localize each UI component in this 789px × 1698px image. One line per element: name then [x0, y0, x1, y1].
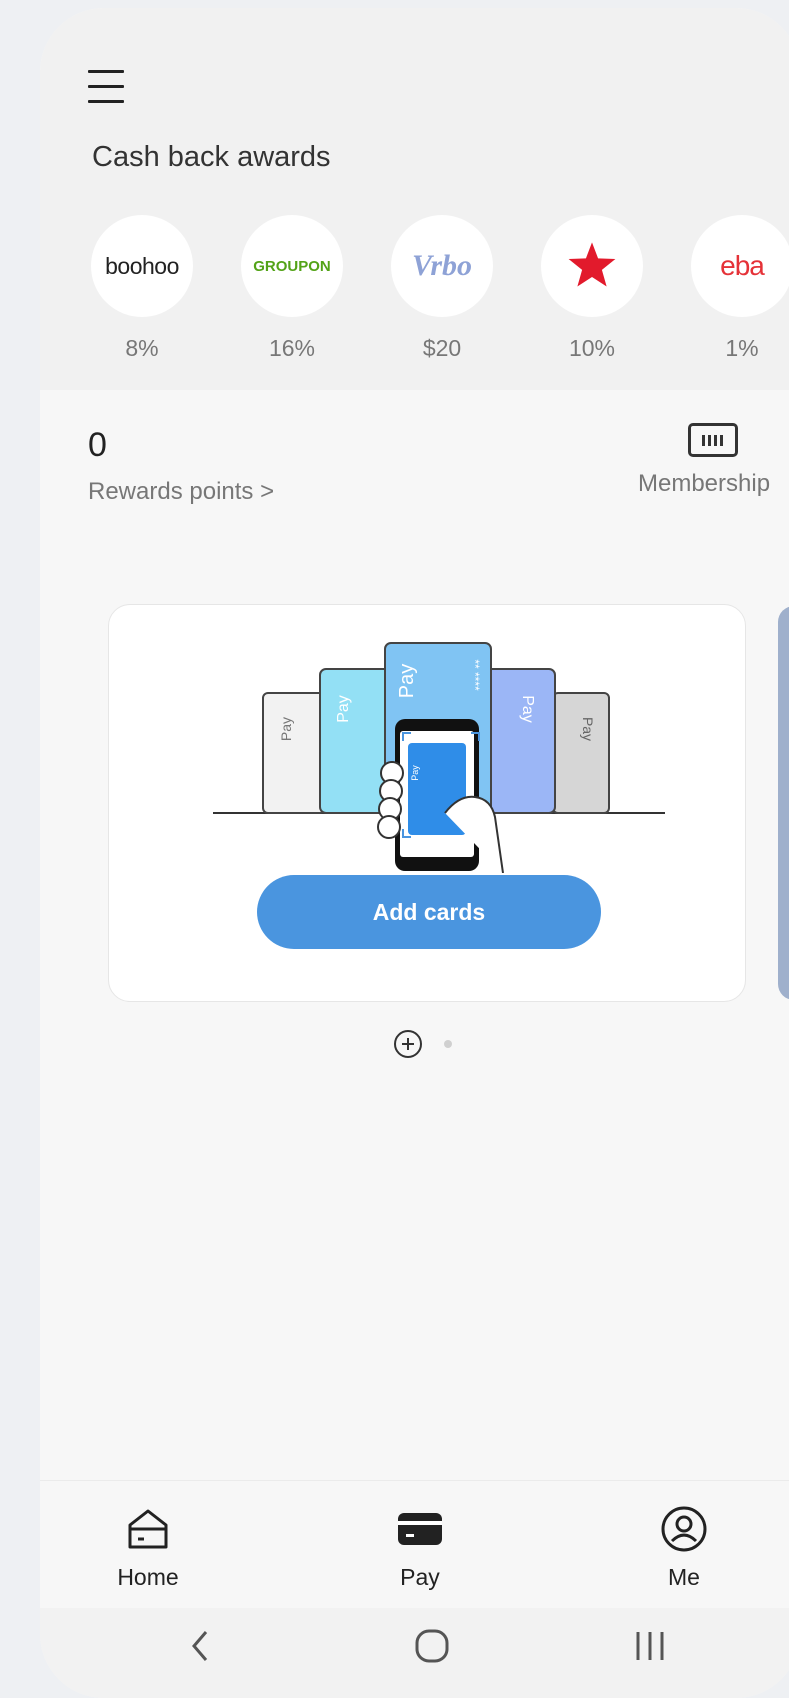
membership-label: Membership [638, 470, 771, 497]
merchant-ebay[interactable]: eba 1% [690, 215, 789, 362]
merchant-macys[interactable]: 10% [540, 215, 644, 362]
vrbo-logo: Vrbo [391, 215, 493, 317]
page-title: Cash back awards [92, 141, 331, 173]
cash-back-section: Cash back awards boohoo 8% GROUPON 16% V… [40, 8, 789, 390]
svg-text:Pay: Pay [335, 695, 352, 723]
svg-text:Pay: Pay [278, 717, 294, 741]
add-cards-button[interactable]: Add cards [257, 875, 601, 949]
card-icon [398, 1513, 442, 1545]
nav-me[interactable]: Me [624, 1505, 744, 1591]
svg-text:Pay: Pay [519, 695, 536, 723]
merchant-reward: 10% [568, 335, 616, 361]
home-wallet-icon [128, 1509, 168, 1549]
nav-label: Home [117, 1564, 179, 1590]
svg-text:Pay: Pay [410, 765, 420, 781]
recent-apps-icon[interactable] [630, 1626, 670, 1666]
card-pager [394, 1030, 452, 1058]
add-page-plus-icon[interactable] [394, 1030, 422, 1058]
rewards-points-value: 0 [88, 426, 107, 464]
merchant-reward: 8% [125, 335, 159, 361]
merchant-reward: $20 [422, 335, 462, 361]
system-nav-bar [40, 1608, 789, 1698]
merchant-vrbo[interactable]: Vrbo $20 [390, 215, 494, 362]
page-indicator-dot [444, 1040, 452, 1048]
boohoo-logo: boohoo [91, 215, 193, 317]
ebay-logo: eba [691, 215, 789, 317]
merchant-boohoo[interactable]: boohoo 8% [90, 215, 194, 362]
merchant-reward: 16% [268, 335, 316, 361]
svg-text:Pay: Pay [580, 717, 596, 741]
svg-text:** ****: ** **** [468, 659, 482, 691]
bottom-nav: Home Pay Me [40, 1480, 789, 1609]
next-card-preview[interactable] [778, 606, 789, 1000]
nav-label: Me [668, 1564, 700, 1590]
groupon-logo: GROUPON [241, 215, 343, 317]
nav-home[interactable]: Home [88, 1505, 208, 1591]
add-cards-panel: Pay Pay Pay Pay Pay ** **** Pay Add card… [108, 604, 746, 1002]
merchant-reward: 1% [725, 335, 759, 361]
phone-screen: Cash back awards boohoo 8% GROUPON 16% V… [40, 8, 789, 1698]
card-illustration: Pay Pay Pay Pay Pay ** **** Pay [213, 642, 665, 873]
rewards-points-link[interactable]: Rewards points > [88, 478, 274, 506]
merchant-groupon[interactable]: GROUPON 16% [240, 215, 344, 362]
svg-text:Pay: Pay [396, 664, 418, 698]
person-circle-icon [661, 1506, 707, 1552]
barcode-icon [688, 423, 738, 457]
hamburger-menu-icon[interactable] [88, 70, 124, 110]
nav-label: Pay [400, 1564, 440, 1590]
back-icon[interactable] [188, 1626, 212, 1666]
merchant-carousel[interactable]: boohoo 8% GROUPON 16% Vrbo $20 10% eba 1… [90, 215, 789, 365]
red-star-icon [541, 215, 643, 317]
membership-button[interactable]: Membership [638, 423, 788, 498]
nav-pay[interactable]: Pay [360, 1505, 480, 1591]
home-button-icon[interactable] [412, 1626, 452, 1666]
